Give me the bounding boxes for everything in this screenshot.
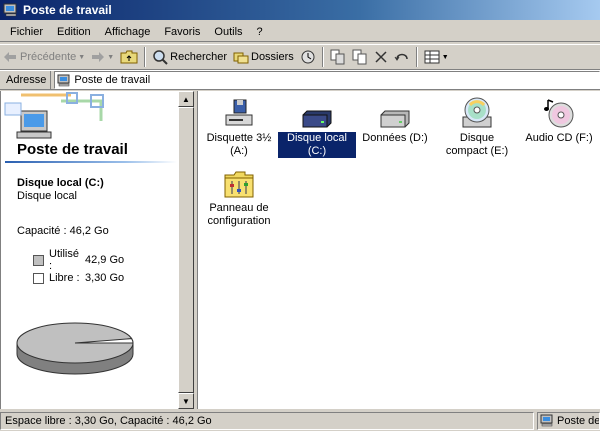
drive-capacity: Capacité : 46,2 Go — [17, 225, 109, 237]
details-pane-scrollbar[interactable]: ▲ ▼ — [178, 91, 194, 409]
up-folder-button[interactable] — [117, 46, 141, 68]
back-arrow-icon — [4, 52, 16, 62]
title-underline — [5, 161, 177, 163]
status-zone-label: Poste de travail — [557, 414, 600, 427]
copy-to-button[interactable] — [349, 46, 371, 68]
title-bar[interactable]: Poste de travail — [0, 0, 600, 20]
menu-edition[interactable]: Edition — [50, 26, 98, 38]
address-bar: Adresse Poste de travail — [0, 70, 600, 90]
history-icon — [301, 50, 315, 64]
search-button[interactable]: Rechercher — [149, 46, 230, 68]
item-label: Données (D:) — [362, 132, 428, 144]
control-panel-icon — [224, 171, 254, 198]
toolbar-separator — [321, 47, 324, 67]
status-zone: Poste de travail — [537, 411, 600, 430]
forward-arrow-icon — [92, 52, 105, 62]
menu-fichier[interactable]: Fichier — [0, 26, 50, 38]
toolbar: Précédente ▼ ▼ Rechercher Dossiers ▼ — [0, 44, 600, 70]
address-label: Adresse — [0, 71, 52, 89]
chevron-down-icon[interactable]: ▼ — [78, 54, 85, 61]
items-view: Disquette 3½ (A:) Disque local (C:) Donn… — [198, 91, 600, 409]
chevron-down-icon[interactable]: ▼ — [107, 54, 114, 61]
item-label: Disque compact (E:) — [445, 132, 509, 157]
item-label: Disque local (C:) — [277, 131, 357, 159]
search-label: Rechercher — [170, 51, 227, 63]
selected-drive-name: Disque local (C:) — [17, 177, 104, 189]
back-button[interactable]: Précédente ▼ — [0, 46, 88, 68]
folders-label: Dossiers — [251, 51, 294, 63]
drive-a-item[interactable]: Disquette 3½ (A:) — [200, 95, 278, 158]
item-label: Disquette 3½ (A:) — [206, 132, 272, 157]
window-title: Poste de travail — [23, 3, 112, 17]
details-pane: Poste de travail Disque local (C:) Disqu… — [0, 91, 178, 409]
copy-to-icon — [352, 49, 367, 65]
views-grid-icon — [424, 50, 440, 64]
scroll-up-button[interactable]: ▲ — [178, 91, 194, 107]
item-label: Audio CD (F:) — [525, 132, 593, 144]
selected-drive-type: Disque local — [17, 190, 77, 202]
free-space-row: Libre : 3,30 Go — [33, 272, 124, 284]
move-to-button[interactable] — [327, 46, 349, 68]
delete-button[interactable] — [371, 46, 391, 68]
hard-drive-icon — [380, 110, 410, 128]
my-computer-icon — [540, 414, 553, 427]
drive-e-item[interactable]: Disque compact (E:) — [438, 95, 516, 158]
arrow-down-icon: ▼ — [182, 396, 190, 406]
search-icon — [153, 50, 168, 65]
scroll-down-button[interactable]: ▼ — [178, 393, 194, 409]
my-computer-icon — [3, 3, 17, 17]
disk-usage-pie-chart — [16, 322, 134, 375]
menu-help[interactable]: ? — [250, 26, 270, 38]
move-to-icon — [330, 49, 345, 65]
scroll-thumb[interactable] — [178, 107, 194, 393]
used-value: 42,9 Go — [85, 254, 125, 266]
used-swatch — [33, 254, 44, 266]
menu-affichage[interactable]: Affichage — [98, 26, 158, 38]
audio-cd-icon — [544, 99, 574, 128]
drive-f-item[interactable]: Audio CD (F:) — [520, 95, 598, 145]
folders-button[interactable]: Dossiers — [230, 46, 297, 68]
my-computer-icon — [57, 74, 70, 86]
menu-bar: Fichier Edition Affichage Favoris Outils… — [0, 22, 600, 42]
history-button[interactable] — [297, 46, 319, 68]
menu-outils[interactable]: Outils — [207, 26, 249, 38]
undo-icon — [394, 53, 408, 61]
toolbar-separator — [144, 47, 147, 67]
folders-icon — [233, 52, 249, 64]
drive-c-item[interactable]: Disque local (C:) — [277, 95, 357, 159]
delete-icon — [375, 51, 387, 63]
floppy-drive-icon — [225, 99, 253, 126]
hard-drive-icon — [302, 110, 332, 128]
status-bar: Espace libre : 3,30 Go, Capacité : 46,2 … — [0, 410, 600, 431]
chevron-down-icon[interactable]: ▼ — [442, 54, 449, 61]
used-space-row: Utilisé : 42,9 Go — [33, 248, 124, 272]
control-panel-item[interactable]: Panneau de configuration — [200, 165, 278, 228]
toolbar-separator — [415, 47, 418, 67]
status-text: Espace libre : 3,30 Go, Capacité : 46,2 … — [0, 411, 534, 430]
free-value: 3,30 Go — [85, 272, 125, 284]
back-label: Précédente — [20, 51, 77, 63]
up-folder-icon — [120, 50, 138, 64]
used-label: Utilisé : — [49, 248, 79, 272]
arrow-up-icon: ▲ — [182, 94, 190, 104]
address-value: Poste de travail — [74, 74, 151, 86]
forward-button[interactable]: ▼ — [88, 46, 117, 68]
free-swatch — [33, 272, 44, 284]
views-button[interactable]: ▼ — [421, 46, 452, 68]
pane-title: Poste de travail — [17, 141, 128, 158]
item-label: Panneau de configuration — [207, 202, 271, 227]
drive-d-item[interactable]: Données (D:) — [356, 95, 434, 145]
free-label: Libre : — [49, 272, 80, 284]
cd-drive-icon — [462, 97, 492, 128]
my-computer-banner-icon — [1, 91, 178, 141]
undo-button[interactable] — [391, 46, 413, 68]
menu-favoris[interactable]: Favoris — [157, 26, 207, 38]
address-input[interactable]: Poste de travail — [54, 71, 600, 89]
